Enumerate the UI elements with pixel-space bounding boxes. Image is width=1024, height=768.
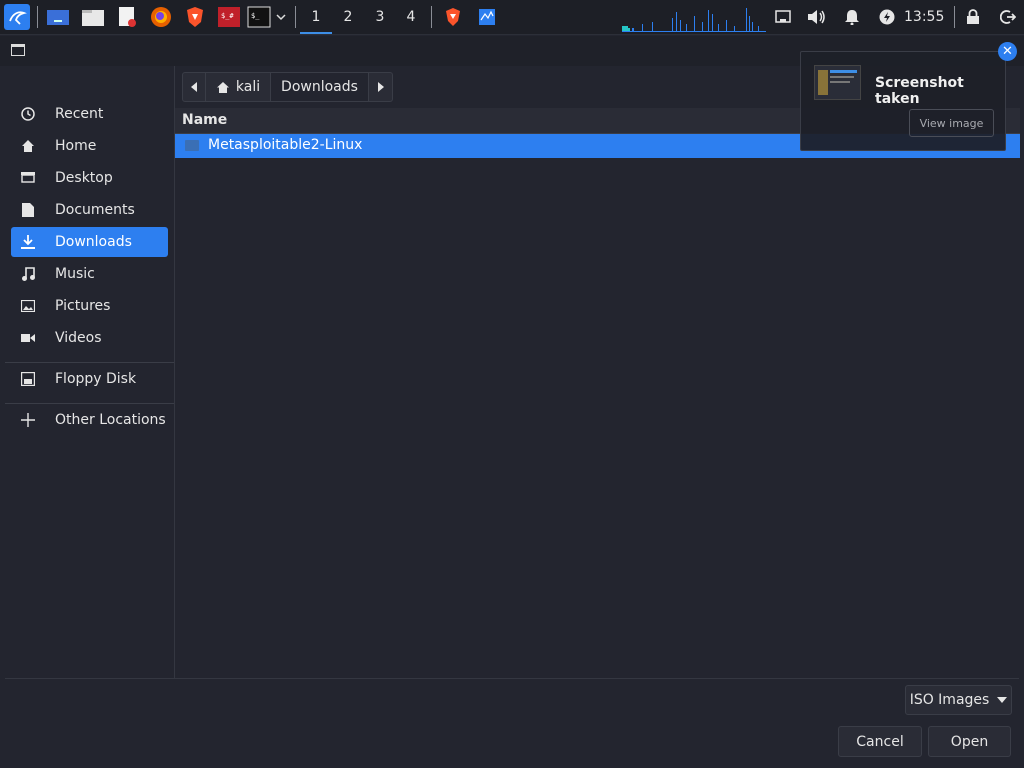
desktop-icon	[11, 171, 45, 185]
sidebar-item-pictures[interactable]: Pictures	[11, 291, 168, 321]
download-icon	[11, 235, 45, 249]
logout-icon[interactable]	[995, 4, 1021, 30]
sidebar-item-label: Documents	[55, 202, 135, 218]
workspace-4[interactable]: 4	[395, 0, 427, 34]
filter-label: ISO Images	[909, 692, 990, 708]
screenshot-notification[interactable]: Screenshot taken View image	[800, 51, 1006, 151]
volume-icon[interactable]	[804, 4, 830, 30]
sidebar-item-home[interactable]: Home	[11, 131, 168, 161]
sidebar-item-label: Home	[55, 138, 97, 154]
firefox-icon[interactable]	[148, 4, 174, 30]
sidebar-item-label: Music	[55, 266, 95, 282]
sidebar-item-label: Videos	[55, 330, 102, 346]
path-segment-label: Downloads	[281, 79, 358, 95]
column-name[interactable]: Name	[182, 112, 227, 128]
sidebar-item-desktop[interactable]: Desktop	[11, 163, 168, 193]
brave-icon[interactable]	[440, 4, 466, 30]
brave-icon[interactable]	[182, 4, 208, 30]
cancel-button[interactable]: Cancel	[838, 726, 922, 757]
sidebar-separator	[5, 403, 174, 404]
sidebar-item-label: Pictures	[55, 298, 111, 314]
floppy-icon	[11, 372, 45, 386]
chevron-left-icon	[191, 82, 197, 92]
music-icon	[11, 267, 45, 281]
plus-icon	[11, 413, 45, 427]
svg-text:$_: $_	[251, 12, 260, 20]
path-forward-button[interactable]	[369, 72, 393, 102]
disc-image-icon	[185, 140, 199, 151]
text-editor-icon[interactable]	[114, 4, 140, 30]
top-panel: $_# $_ 1 2 3 4 13:55	[0, 0, 1024, 35]
sidebar-item-documents[interactable]: Documents	[11, 195, 168, 225]
path-segment-label: kali	[235, 79, 261, 95]
panel-separator	[954, 6, 955, 28]
sidebar-item-label: Desktop	[55, 170, 113, 186]
lock-icon[interactable]	[960, 4, 986, 30]
monitor-icon[interactable]	[474, 4, 500, 30]
network-graph	[622, 8, 766, 32]
sidebar-separator	[5, 362, 174, 363]
svg-text:$_#: $_#	[221, 12, 234, 20]
chevron-right-icon	[377, 82, 384, 92]
panel-separator	[37, 6, 38, 28]
terminal-icon[interactable]: $_	[246, 4, 272, 30]
sidebar-item-other-locations[interactable]: Other Locations	[11, 405, 168, 435]
workspace-1[interactable]: 1	[300, 0, 332, 34]
window-icon	[11, 44, 25, 56]
screenshot-thumbnail	[814, 65, 861, 100]
file-manager-icon[interactable]	[80, 4, 106, 30]
home-icon	[216, 81, 229, 93]
file-type-filter[interactable]: ISO Images	[905, 685, 1012, 715]
open-button[interactable]: Open	[928, 726, 1011, 757]
sidebar-item-music[interactable]: Music	[11, 259, 168, 289]
path-back-button[interactable]	[182, 72, 206, 102]
view-image-button[interactable]: View image	[909, 109, 994, 137]
footer-separator	[5, 678, 1019, 679]
sidebar-item-recent[interactable]: Recent	[11, 99, 168, 129]
sidebar-item-label: Downloads	[55, 234, 132, 250]
path-segment-downloads[interactable]: Downloads	[271, 72, 369, 102]
sidebar-item-label: Other Locations	[55, 412, 166, 428]
sidebar-item-floppy-disk[interactable]: Floppy Disk	[11, 364, 168, 394]
panel-separator	[431, 6, 432, 28]
terminal-root-icon[interactable]: $_#	[216, 4, 242, 30]
chevron-down-icon	[997, 697, 1008, 703]
sidebar-item-label: Recent	[55, 106, 104, 122]
chevron-down-icon[interactable]	[272, 4, 290, 30]
power-manager-icon[interactable]	[874, 4, 900, 30]
video-icon	[11, 333, 45, 343]
panel-separator	[295, 6, 296, 28]
kali-menu-icon[interactable]	[4, 4, 30, 30]
path-segment-kali[interactable]: kali	[206, 72, 271, 102]
picture-icon	[11, 300, 45, 312]
file-view: kali Downloads Name Metasploitable2-Linu…	[174, 66, 1020, 678]
clock[interactable]: 13:55	[904, 0, 944, 34]
network-icon[interactable]	[770, 4, 796, 30]
notifications-icon[interactable]	[839, 4, 865, 30]
sidebar-item-label: Floppy Disk	[55, 371, 137, 387]
sidebar-item-videos[interactable]: Videos	[11, 323, 168, 353]
home-icon	[11, 139, 45, 153]
desktop-icon[interactable]	[45, 4, 71, 30]
sidebar-item-downloads[interactable]: Downloads	[11, 227, 168, 257]
places-sidebar: Recent Home Desktop Documents Downloads	[5, 66, 174, 678]
workspace-3[interactable]: 3	[364, 0, 396, 34]
workspace-2[interactable]: 2	[332, 0, 364, 34]
notification-title: Screenshot taken	[875, 75, 964, 107]
path-bar: kali Downloads	[182, 72, 393, 102]
file-name: Metasploitable2-Linux	[208, 137, 363, 153]
close-icon[interactable]: ✕	[998, 42, 1017, 61]
clock-icon	[11, 107, 45, 121]
document-icon	[11, 203, 45, 217]
